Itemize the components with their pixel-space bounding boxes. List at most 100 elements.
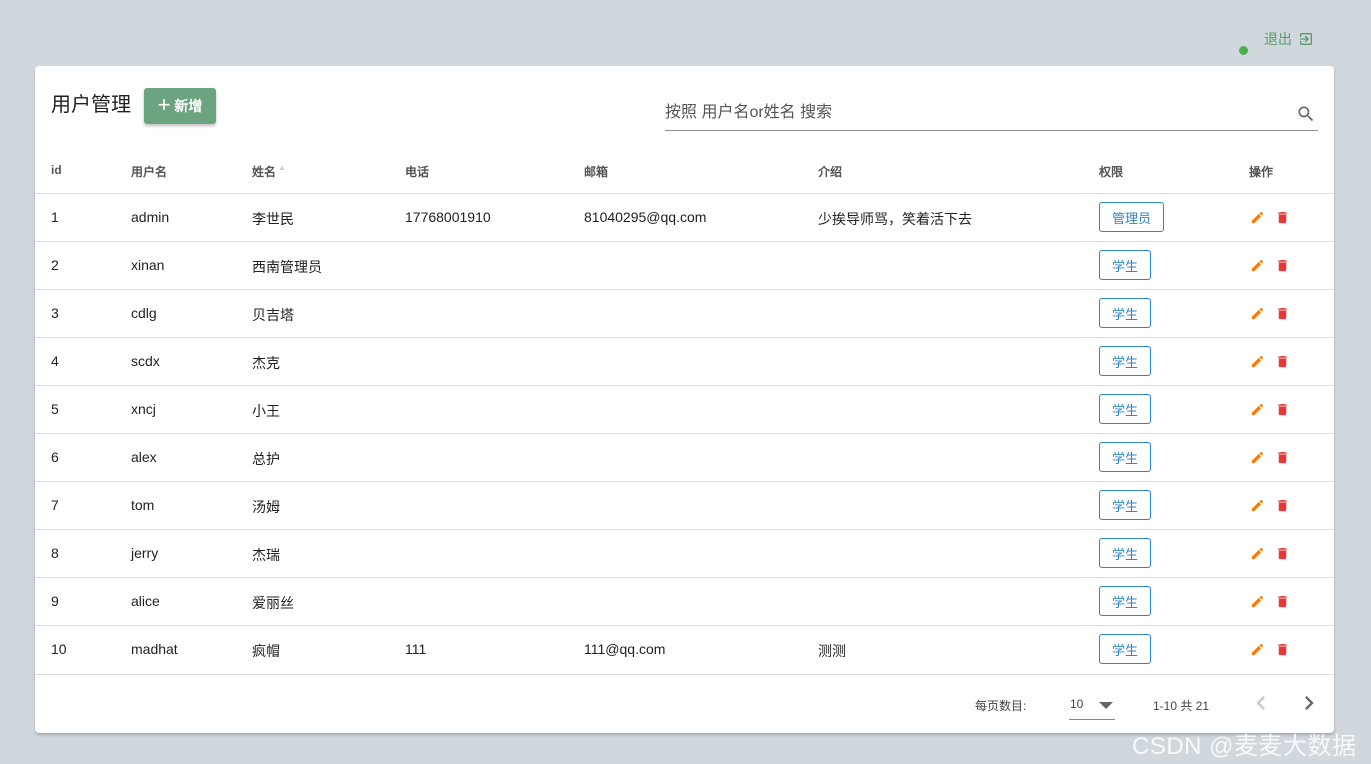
row-actions	[1250, 546, 1290, 564]
col-header-name[interactable]: 姓名 ▲	[252, 163, 286, 180]
chevron-right-icon[interactable]	[1295, 689, 1323, 720]
pencil-icon[interactable]	[1250, 594, 1265, 612]
cell-name: 贝吉塔	[252, 307, 294, 323]
table-row: 3 cdlg 贝吉塔 学生	[35, 290, 1334, 338]
logout-label: 退出	[1264, 31, 1292, 47]
table-body: 1 admin 李世民 17768001910 81040295@qq.com 少挨导师骂…	[35, 194, 1334, 675]
cell-username: jerry	[131, 545, 159, 561]
cell-phone: 111	[405, 641, 427, 657]
per-page-select[interactable]: 10	[1069, 687, 1115, 720]
row-actions	[1250, 210, 1290, 228]
role-button[interactable]: 学生	[1099, 394, 1152, 424]
col-header-id[interactable]: id	[51, 163, 62, 177]
cell-name: 疯帽	[252, 643, 280, 659]
cell-name: 西南管理员	[252, 259, 322, 275]
chevron-left-icon[interactable]	[1247, 689, 1275, 720]
cell-name: 杰克	[252, 355, 280, 371]
col-header-email[interactable]: 邮箱	[584, 163, 608, 180]
trash-icon[interactable]	[1275, 402, 1290, 420]
trash-icon[interactable]	[1275, 210, 1290, 228]
cell-username: scdx	[131, 353, 160, 369]
table-header: id 用户名 姓名 ▲ 电话 邮箱 介绍 权限 操作	[35, 145, 1334, 194]
cell-username: admin	[131, 209, 170, 225]
role-button[interactable]: 学生	[1099, 346, 1152, 376]
plus-icon: +	[157, 92, 171, 117]
row-actions	[1250, 594, 1290, 612]
role-button[interactable]: 学生	[1099, 442, 1152, 472]
cell-phone: 17768001910	[405, 209, 491, 225]
search-icon[interactable]	[1296, 104, 1316, 129]
search-box	[665, 96, 1318, 131]
page-title: 用户管理	[51, 94, 131, 116]
cell-username: madhat	[131, 641, 178, 657]
table-row: 7 tom 汤姆 学生	[35, 482, 1334, 530]
col-header-phone[interactable]: 电话	[405, 163, 429, 180]
page-range: 1-10 共 21	[1153, 699, 1210, 713]
trash-icon[interactable]	[1275, 498, 1290, 516]
col-header-intro[interactable]: 介绍	[818, 163, 842, 180]
cell-id: 4	[51, 353, 59, 369]
table-row: 6 alex 总护 学生	[35, 434, 1334, 482]
table-row: 4 scdx 杰克 学生	[35, 338, 1334, 386]
cell-name: 杰瑞	[252, 547, 280, 563]
cell-email: 111@qq.com	[584, 641, 666, 657]
trash-icon[interactable]	[1275, 306, 1290, 324]
cell-name: 小王	[252, 403, 280, 419]
cell-name: 总护	[252, 451, 280, 467]
cell-id: 5	[51, 401, 59, 417]
pencil-icon[interactable]	[1250, 306, 1265, 324]
cell-id: 6	[51, 449, 59, 465]
search-input[interactable]	[665, 96, 1265, 130]
row-actions	[1250, 642, 1290, 660]
logout-button[interactable]: 退出	[1264, 28, 1314, 50]
role-button[interactable]: 学生	[1099, 538, 1152, 568]
col-header-role[interactable]: 权限	[1099, 163, 1123, 180]
role-button[interactable]: 学生	[1099, 250, 1152, 280]
col-header-actions: 操作	[1249, 165, 1274, 179]
status-dot	[1239, 46, 1248, 55]
logout-icon	[1298, 31, 1314, 47]
cell-name: 爱丽丝	[252, 595, 294, 611]
row-actions	[1250, 450, 1290, 468]
pencil-icon[interactable]	[1250, 546, 1265, 564]
row-actions	[1250, 306, 1290, 324]
trash-icon[interactable]	[1275, 546, 1290, 564]
per-page-label: 每页数目:	[975, 699, 1027, 713]
add-user-button[interactable]: + 新增	[144, 88, 216, 124]
row-actions	[1250, 354, 1290, 372]
role-button[interactable]: 学生	[1099, 634, 1152, 664]
table-row: 5 xncj 小王 学生	[35, 386, 1334, 434]
cell-id: 9	[51, 593, 59, 609]
role-button[interactable]: 学生	[1099, 586, 1152, 616]
cell-id: 3	[51, 305, 59, 321]
pagination: 每页数目: 10 1-10 共 21	[35, 675, 1334, 733]
cell-username: alice	[131, 593, 160, 609]
trash-icon[interactable]	[1275, 354, 1290, 372]
col-header-username[interactable]: 用户名	[131, 163, 167, 180]
trash-icon[interactable]	[1275, 642, 1290, 660]
table-row: 9 alice 爱丽丝 学生	[35, 578, 1334, 626]
per-page-value: 10	[1070, 697, 1084, 711]
pencil-icon[interactable]	[1250, 642, 1265, 660]
row-actions	[1250, 402, 1290, 420]
caret-down-icon	[1099, 702, 1113, 709]
cell-name: 汤姆	[252, 499, 280, 515]
row-actions	[1250, 498, 1290, 516]
pencil-icon[interactable]	[1250, 258, 1265, 276]
pencil-icon[interactable]	[1250, 354, 1265, 372]
trash-icon[interactable]	[1275, 450, 1290, 468]
trash-icon[interactable]	[1275, 594, 1290, 612]
pencil-icon[interactable]	[1250, 210, 1265, 228]
cell-id: 7	[51, 497, 59, 513]
table-row: 1 admin 李世民 17768001910 81040295@qq.com 少挨导师骂…	[35, 194, 1334, 242]
role-button[interactable]: 学生	[1099, 490, 1152, 520]
trash-icon[interactable]	[1275, 258, 1290, 276]
pencil-icon[interactable]	[1250, 450, 1265, 468]
role-button[interactable]: 学生	[1099, 298, 1152, 328]
pencil-icon[interactable]	[1250, 402, 1265, 420]
pencil-icon[interactable]	[1250, 498, 1265, 516]
role-button[interactable]: 管理员	[1099, 202, 1165, 232]
cell-username: alex	[131, 449, 157, 465]
watermark: CSDN @麦麦大数据	[1132, 733, 1357, 760]
col-header-name-label: 姓名	[252, 165, 277, 179]
